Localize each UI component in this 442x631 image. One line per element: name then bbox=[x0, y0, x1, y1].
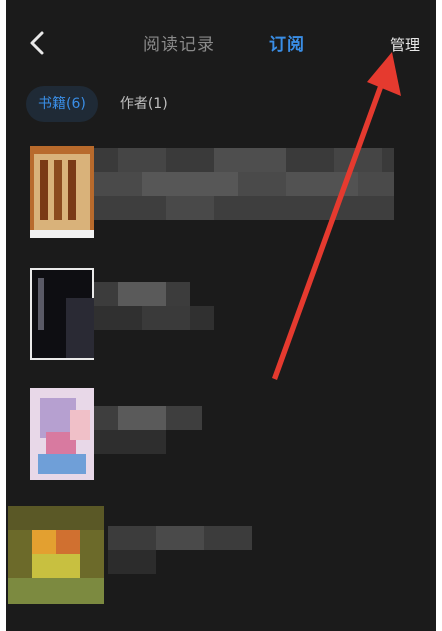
filter-chips: 书籍(6) 作者(1) bbox=[26, 86, 180, 124]
book-list-item[interactable] bbox=[6, 142, 436, 246]
book-cover bbox=[30, 146, 94, 238]
book-list-item[interactable] bbox=[6, 384, 436, 488]
book-cover bbox=[30, 268, 94, 360]
book-cover bbox=[30, 388, 94, 480]
book-list-item[interactable] bbox=[6, 264, 436, 368]
filter-authors-chip[interactable]: 作者(1) bbox=[108, 86, 180, 122]
tab-reading-history[interactable]: 阅读记录 bbox=[143, 30, 215, 55]
back-button[interactable] bbox=[20, 26, 54, 60]
subscription-screen: 阅读记录 订阅 管理 书籍(6) 作者(1) bbox=[6, 0, 436, 631]
book-list-item[interactable] bbox=[6, 502, 436, 606]
back-arrow-icon bbox=[30, 31, 44, 55]
tab-subscriptions[interactable]: 订阅 bbox=[269, 30, 305, 55]
filter-books-chip[interactable]: 书籍(6) bbox=[26, 86, 98, 122]
top-bar: 阅读记录 订阅 管理 bbox=[6, 0, 436, 80]
manage-button[interactable]: 管理 bbox=[390, 34, 420, 55]
book-cover bbox=[8, 506, 104, 604]
